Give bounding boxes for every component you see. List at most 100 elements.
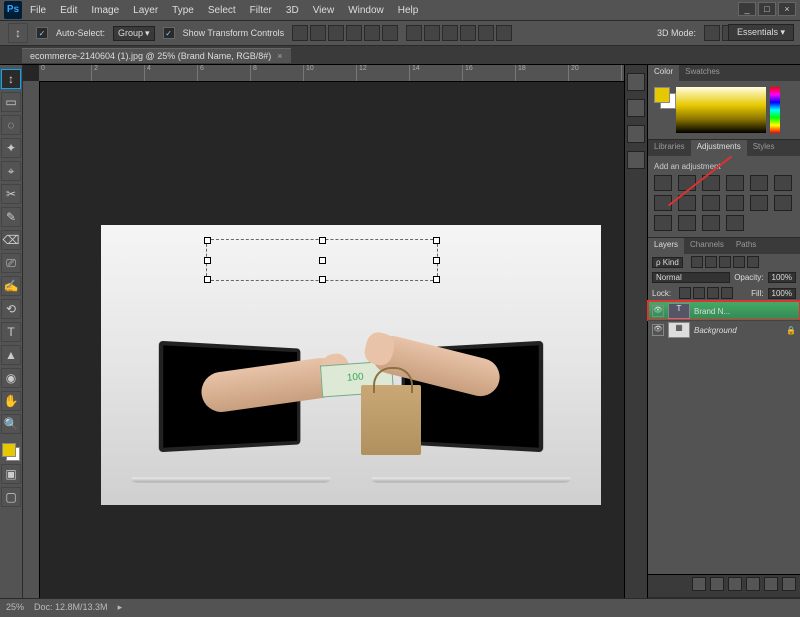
menu-edit[interactable]: Edit xyxy=(60,5,77,16)
history-brush-tool[interactable]: ✍ xyxy=(1,276,21,296)
menubar: Ps File Edit Image Layer Type Select Fil… xyxy=(0,0,800,21)
app-logo: Ps xyxy=(4,1,22,19)
layer-lock-row: Lock: Fill: 100% xyxy=(648,285,800,301)
shape-tool[interactable]: ◉ xyxy=(1,368,21,388)
tab-adjustments[interactable]: Adjustments xyxy=(691,140,747,156)
close-button[interactable]: × xyxy=(778,2,796,16)
layer-style-icon[interactable] xyxy=(710,577,724,591)
zoom-tool[interactable]: 🔍 xyxy=(1,414,21,434)
doc-size[interactable]: Doc: 12.8M/13.3M xyxy=(34,602,108,612)
history-panel-icon[interactable] xyxy=(627,73,645,91)
distribute-icons[interactable] xyxy=(406,25,512,41)
opacity-value[interactable]: 100% xyxy=(768,272,796,283)
path-tool[interactable]: ▲ xyxy=(1,345,21,365)
collapsed-panels xyxy=(624,65,648,598)
tab-styles[interactable]: Styles xyxy=(747,140,781,156)
type-tool[interactable]: T xyxy=(1,322,21,342)
close-tab-icon[interactable]: × xyxy=(277,51,282,61)
workspace-switcher[interactable]: Essentials ▾ xyxy=(728,24,794,41)
opacity-label: Opacity: xyxy=(734,273,763,282)
link-layers-icon[interactable] xyxy=(692,577,706,591)
right-panels: Color Swatches Libraries Adjustments Sty… xyxy=(648,65,800,598)
adjustment-presets-row1[interactable] xyxy=(654,175,794,191)
menu-view[interactable]: View xyxy=(313,5,335,16)
lock-icon: 🔒 xyxy=(786,326,796,335)
menu-image[interactable]: Image xyxy=(91,5,119,16)
lasso-tool[interactable]: ◌ xyxy=(1,115,21,135)
layer-background[interactable]: 👁 ▦ Background 🔒 xyxy=(648,320,800,339)
tab-color[interactable]: Color xyxy=(648,65,679,81)
eyedropper-tool[interactable]: ✂ xyxy=(1,184,21,204)
screenmode-toggle[interactable]: ▢ xyxy=(1,487,21,507)
adjustments-panel: Libraries Adjustments Styles Add an adju… xyxy=(648,140,800,238)
maximize-button[interactable]: □ xyxy=(758,2,776,16)
menu-help[interactable]: Help xyxy=(398,5,419,16)
magic-wand-tool[interactable]: ✦ xyxy=(1,138,21,158)
adjustment-presets-row3[interactable] xyxy=(654,215,794,231)
document-tab[interactable]: ecommerce-2140604 (1).jpg @ 25% (Brand N… xyxy=(22,48,291,63)
layer-blend-row: Normal Opacity: 100% xyxy=(648,270,800,285)
window-controls: _ □ × xyxy=(738,2,796,16)
new-layer-icon[interactable] xyxy=(764,577,778,591)
align-icons[interactable] xyxy=(292,25,398,41)
ruler-horizontal: 02468101214161820 xyxy=(39,65,624,82)
layers-footer xyxy=(648,574,800,597)
layer-mask-icon[interactable] xyxy=(728,577,742,591)
tab-swatches[interactable]: Swatches xyxy=(679,65,726,81)
lock-icons[interactable] xyxy=(679,287,733,299)
menu-3d[interactable]: 3D xyxy=(286,5,299,16)
layer-text-brandname[interactable]: 👁 T Brand N... xyxy=(648,301,800,320)
stamp-tool[interactable]: ⎚ xyxy=(1,253,21,273)
fill-label: Fill: xyxy=(751,289,763,298)
adjustments-title: Add an adjustment xyxy=(654,162,794,171)
document-canvas[interactable] xyxy=(101,225,601,505)
tab-libraries[interactable]: Libraries xyxy=(648,140,691,156)
tab-channels[interactable]: Channels xyxy=(684,238,730,254)
layer-thumb-text-icon: T xyxy=(668,303,690,319)
hand-tool[interactable]: ✋ xyxy=(1,391,21,411)
menu-type[interactable]: Type xyxy=(172,5,194,16)
character-panel-icon[interactable] xyxy=(627,125,645,143)
brush-tool[interactable]: ⌫ xyxy=(1,230,21,250)
visibility-toggle[interactable]: 👁 xyxy=(652,324,664,336)
tab-layers[interactable]: Layers xyxy=(648,238,684,254)
crop-tool[interactable]: ⌖ xyxy=(1,161,21,181)
tab-paths[interactable]: Paths xyxy=(730,238,762,254)
menu-filter[interactable]: Filter xyxy=(250,5,272,16)
layer-filter-icons[interactable] xyxy=(691,256,759,268)
properties-panel-icon[interactable] xyxy=(627,99,645,117)
show-transform-checkbox[interactable]: ✓ xyxy=(163,27,175,39)
zoom-level[interactable]: 25% xyxy=(6,602,24,612)
layer-name[interactable]: Brand N... xyxy=(694,307,730,316)
layer-kind-filter[interactable]: ρ Kind xyxy=(652,257,683,268)
hue-slider[interactable] xyxy=(770,87,780,133)
auto-select-checkbox[interactable]: ✓ xyxy=(36,27,48,39)
options-bar: ↕ ✓ Auto-Select: Group▾ ✓ Show Transform… xyxy=(0,21,800,46)
auto-select-label: Auto-Select: xyxy=(56,28,105,38)
layer-name[interactable]: Background xyxy=(694,326,737,335)
move-tool[interactable]: ↕ xyxy=(1,69,21,89)
eraser-tool[interactable]: ⟲ xyxy=(1,299,21,319)
menu-file[interactable]: File xyxy=(30,5,46,16)
paragraph-panel-icon[interactable] xyxy=(627,151,645,169)
quickmask-toggle[interactable]: ▣ xyxy=(1,464,21,484)
menu-layer[interactable]: Layer xyxy=(133,5,158,16)
marquee-tool[interactable]: ▭ xyxy=(1,92,21,112)
auto-select-dropdown[interactable]: Group▾ xyxy=(113,26,155,41)
menu-window[interactable]: Window xyxy=(348,5,384,16)
canvas-area[interactable]: 02468101214161820 xyxy=(23,65,624,598)
adjustment-presets-row2[interactable] xyxy=(654,195,794,211)
color-field[interactable] xyxy=(676,87,766,133)
delete-layer-icon[interactable] xyxy=(782,577,796,591)
visibility-toggle[interactable]: 👁 xyxy=(652,305,664,317)
canvas-art-bag xyxy=(361,385,421,455)
text-transform-box[interactable] xyxy=(206,239,438,281)
color-swatch[interactable] xyxy=(654,87,672,105)
fill-value[interactable]: 100% xyxy=(768,288,796,299)
new-group-icon[interactable] xyxy=(746,577,760,591)
menu-select[interactable]: Select xyxy=(208,5,236,16)
healing-tool[interactable]: ✎ xyxy=(1,207,21,227)
foreground-background-swatch[interactable] xyxy=(2,443,20,461)
blend-mode-dropdown[interactable]: Normal xyxy=(652,272,730,283)
minimize-button[interactable]: _ xyxy=(738,2,756,16)
